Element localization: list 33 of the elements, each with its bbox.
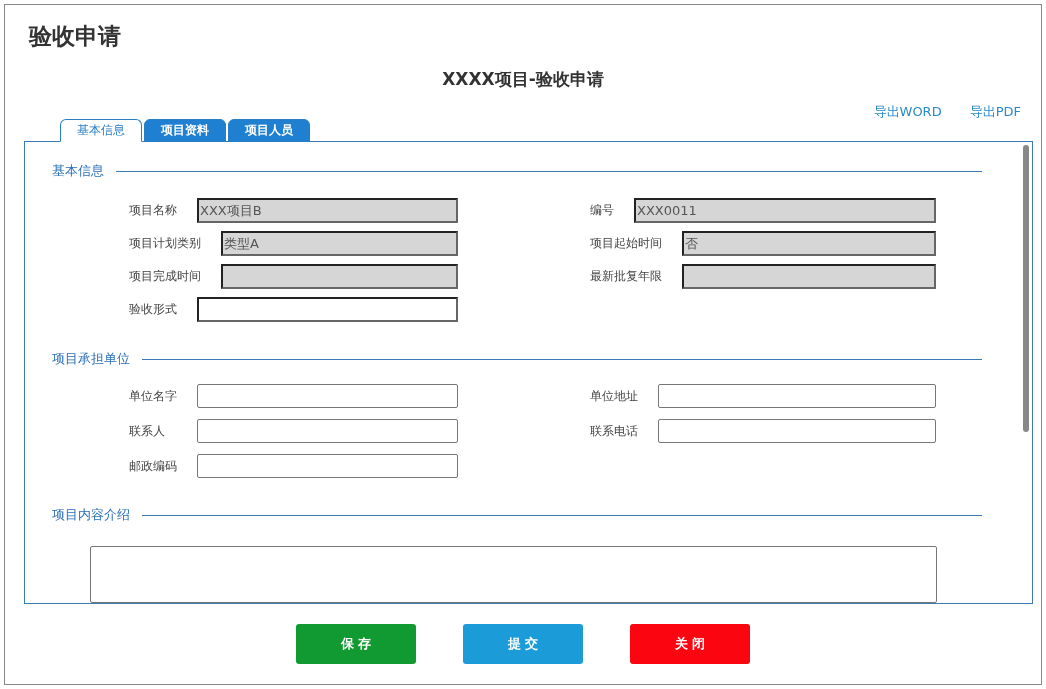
field-label: 项目起始时间 — [590, 235, 663, 252]
action-button[interactable]: 提 交 — [463, 624, 583, 664]
field-label: 联系电话 — [590, 422, 639, 440]
input-field[interactable] — [197, 297, 458, 322]
export-link[interactable]: 导出PDF — [969, 103, 1021, 121]
section-title: 项目内容介绍 — [52, 506, 130, 524]
action-button[interactable]: 关 闭 — [630, 624, 750, 664]
section-title: 基本信息 — [52, 162, 104, 180]
field-label: 单位名字 — [129, 387, 178, 405]
tab[interactable]: 基本信息 — [60, 119, 142, 142]
text-area[interactable] — [90, 546, 937, 603]
field-label: 单位地址 — [590, 387, 639, 405]
field-label: 项目计划类别 — [129, 235, 202, 252]
tab[interactable]: 项目资料 — [144, 119, 226, 142]
tab[interactable]: 项目人员 — [228, 119, 310, 142]
input-field[interactable] — [197, 454, 458, 478]
action-button[interactable]: 保 存 — [296, 624, 416, 664]
form-title: XXXX项目-验收申请 — [442, 68, 604, 91]
field-label: 项目名称 — [129, 202, 178, 219]
field-label: 联系人 — [129, 422, 166, 440]
export-link[interactable]: 导出WORD — [873, 103, 942, 121]
input-field[interactable] — [197, 419, 458, 443]
page-title: 验收申请 — [29, 22, 121, 51]
input-field[interactable] — [658, 384, 936, 408]
field-label: 验收形式 — [129, 301, 178, 318]
input-field[interactable] — [658, 419, 936, 443]
field-label: 项目完成时间 — [129, 268, 202, 285]
section-title: 项目承担单位 — [52, 350, 130, 368]
field-label: 邮政编码 — [129, 457, 178, 475]
field-label: 最新批复年限 — [590, 268, 663, 285]
input-field[interactable] — [197, 384, 458, 408]
field-label: 编号 — [590, 202, 615, 219]
scrollbar[interactable] — [1023, 145, 1029, 432]
